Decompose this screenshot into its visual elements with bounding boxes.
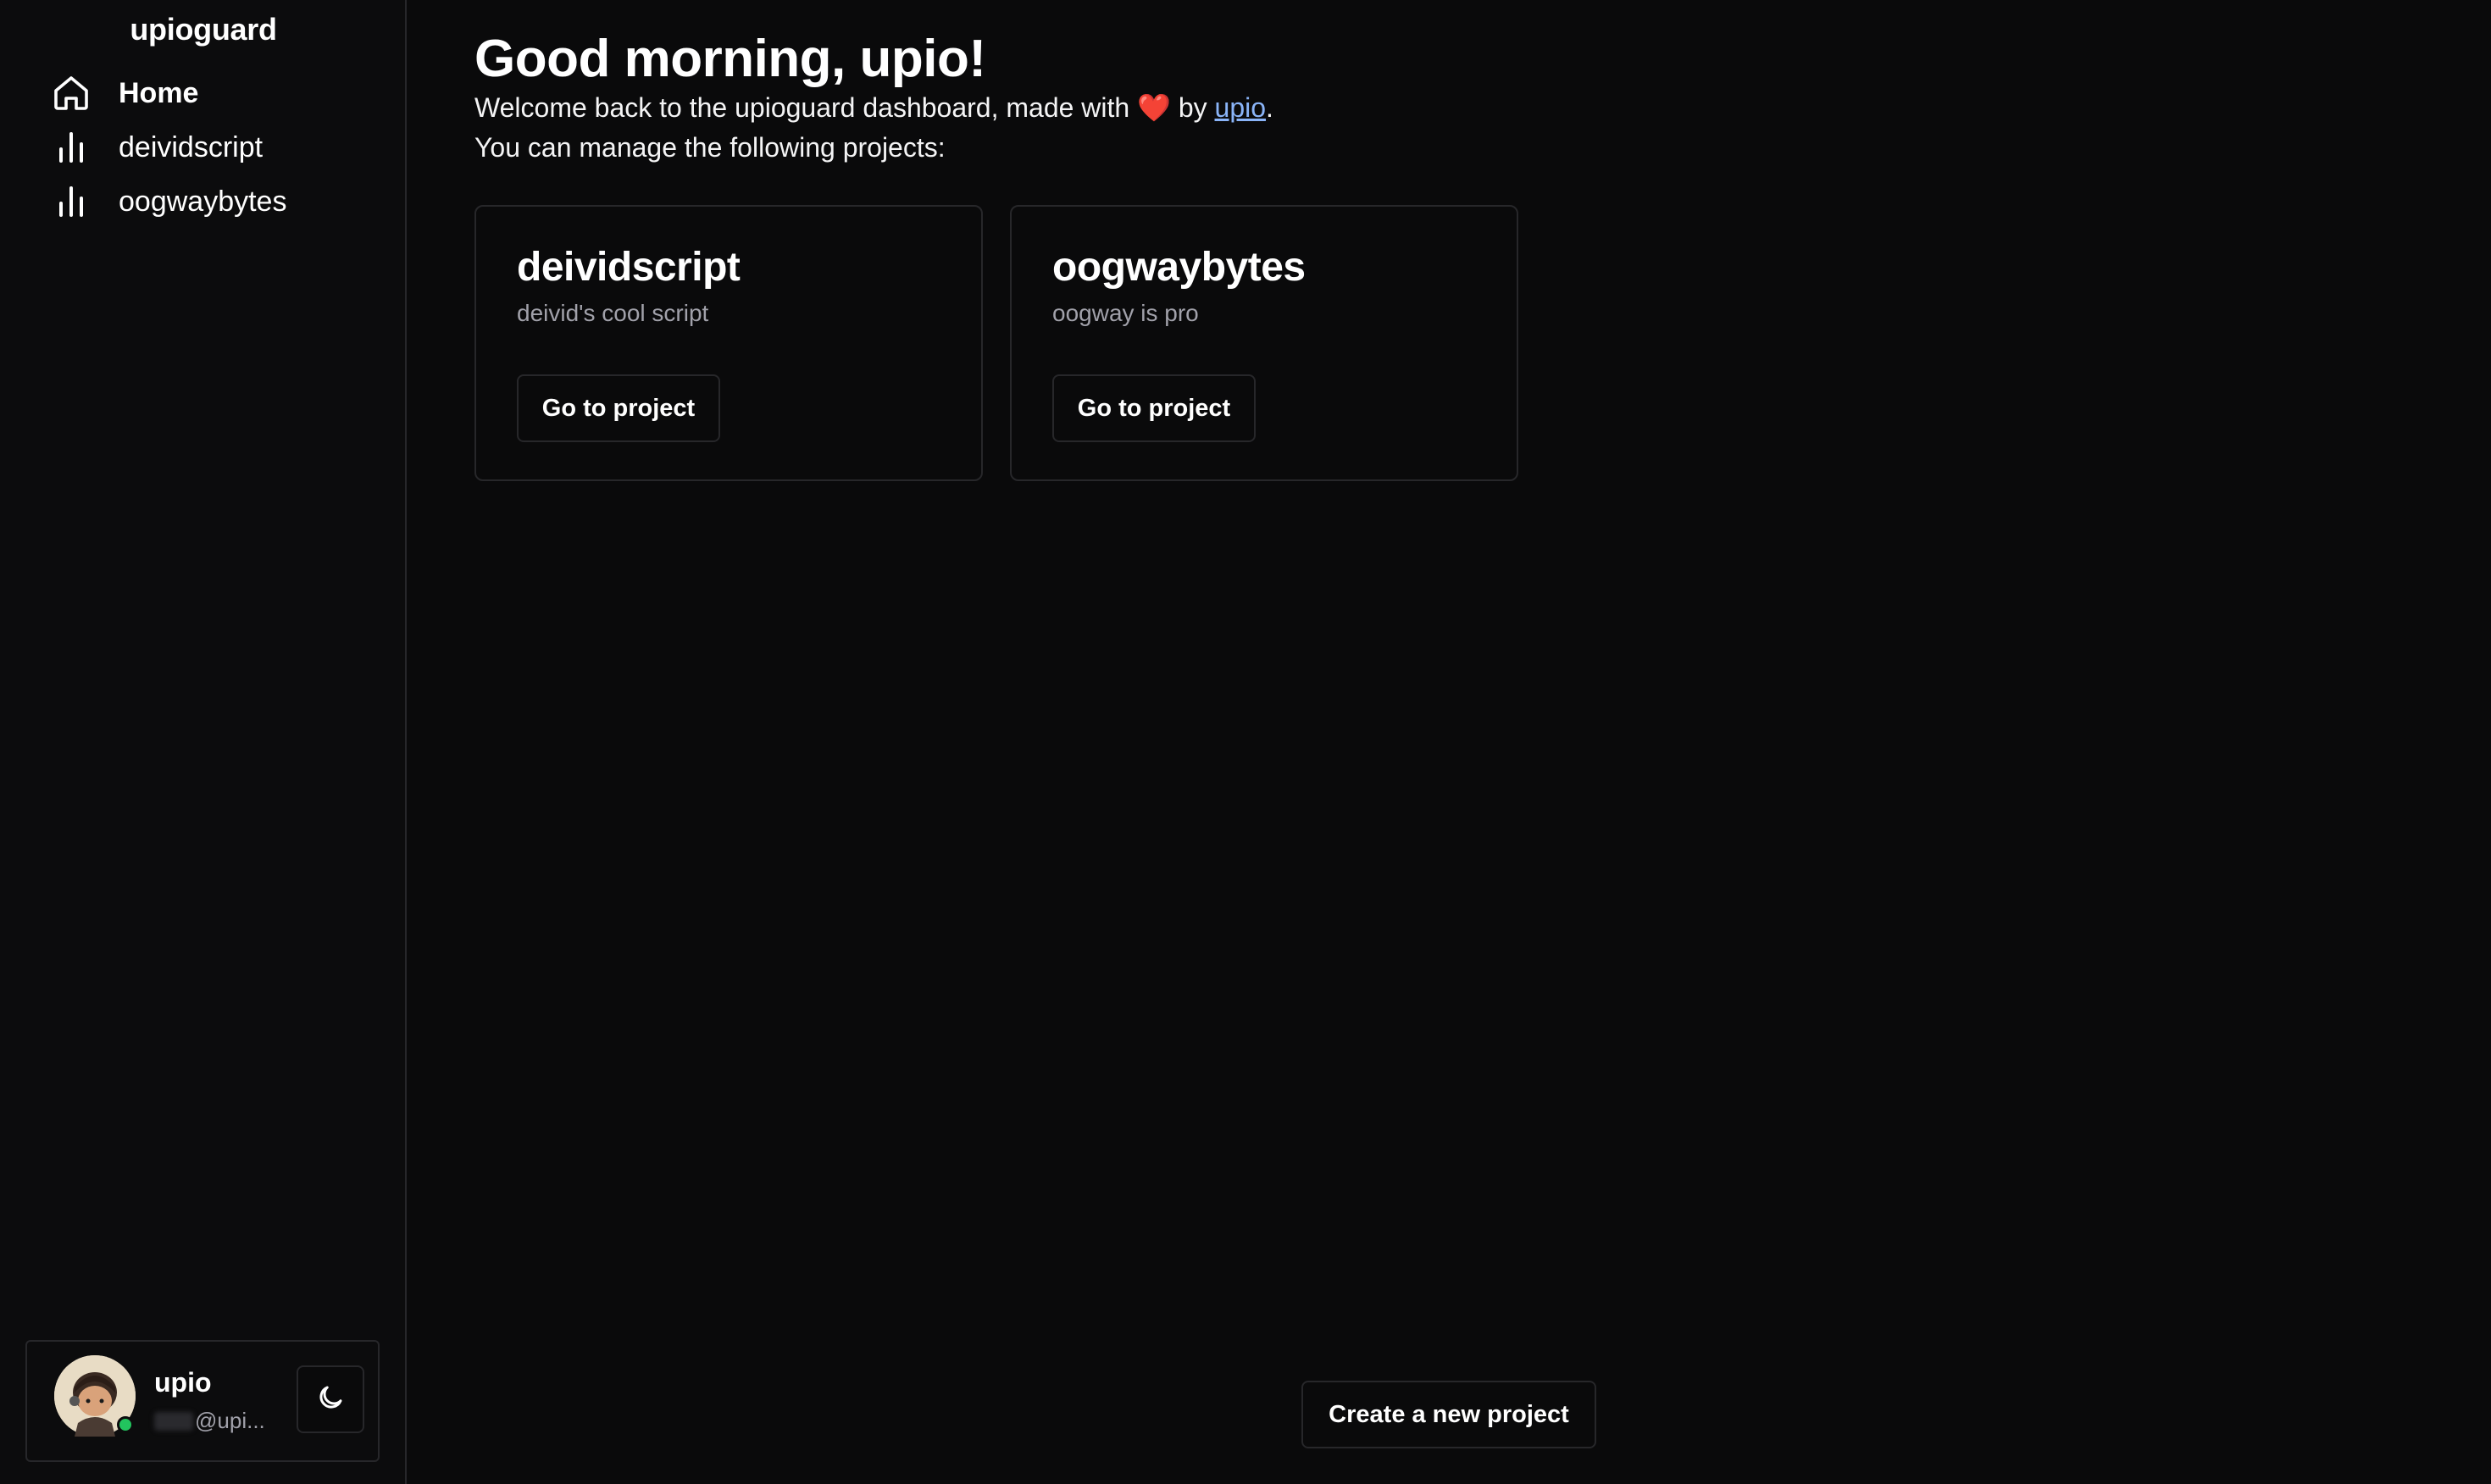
sidebar-item-label: oogwaybytes — [119, 185, 287, 218]
user-card: upio @upi... — [25, 1340, 380, 1462]
moon-icon — [315, 1382, 346, 1417]
project-description: oogway is pro — [1052, 300, 1199, 326]
avatar[interactable] — [54, 1355, 136, 1437]
project-description: deivid's cool script — [517, 300, 709, 326]
sidebar-item-home[interactable]: Home — [51, 66, 286, 120]
sidebar-item-oogwaybytes[interactable]: oogwaybytes — [51, 174, 286, 229]
heart-icon: ❤️ — [1137, 92, 1171, 123]
bar-chart-icon — [51, 178, 98, 225]
sidebar-item-label: Home — [119, 76, 199, 109]
brand-title: upioguard — [130, 12, 277, 47]
project-title: oogwaybytes — [1052, 245, 1306, 290]
projects-intro: You can manage the following projects: — [474, 132, 946, 163]
go-to-project-button[interactable]: Go to project — [517, 374, 720, 442]
user-name: upio — [154, 1367, 212, 1398]
sidebar-item-deividscript[interactable]: deividscript — [51, 120, 286, 174]
sidebar-item-label: deividscript — [119, 130, 264, 163]
welcome-suffix: . — [1266, 92, 1273, 123]
welcome-text: Welcome back to the upioguard dashboard,… — [474, 91, 1273, 124]
sidebar-nav: Home deividscript oogwaybytes — [51, 66, 286, 229]
page-title: Good morning, upio! — [474, 30, 986, 88]
go-to-project-button[interactable]: Go to project — [1052, 374, 1256, 442]
author-link[interactable]: upio — [1215, 92, 1267, 123]
create-project-button[interactable]: Create a new project — [1301, 1381, 1596, 1448]
user-handle: @upi... — [154, 1408, 265, 1434]
welcome-prefix: Welcome back to the upioguard dashboard,… — [474, 92, 1130, 123]
online-status-dot — [117, 1416, 134, 1433]
bar-chart-icon — [51, 124, 98, 171]
project-card-deividscript: deividscript deivid's cool script Go to … — [474, 205, 983, 481]
sidebar: upioguard Home deividscript oogwaybytes … — [0, 0, 407, 1484]
project-title: deividscript — [517, 245, 741, 290]
app-root: upioguard Home deividscript oogwaybytes … — [0, 0, 2491, 1484]
user-handle-text: @upi... — [195, 1408, 265, 1433]
project-card-oogwaybytes: oogwaybytes oogway is pro Go to project — [1010, 205, 1518, 481]
welcome-by: by — [1178, 92, 1207, 123]
theme-toggle-button[interactable] — [297, 1365, 364, 1433]
redacted-text — [154, 1411, 193, 1431]
home-icon — [51, 69, 98, 117]
